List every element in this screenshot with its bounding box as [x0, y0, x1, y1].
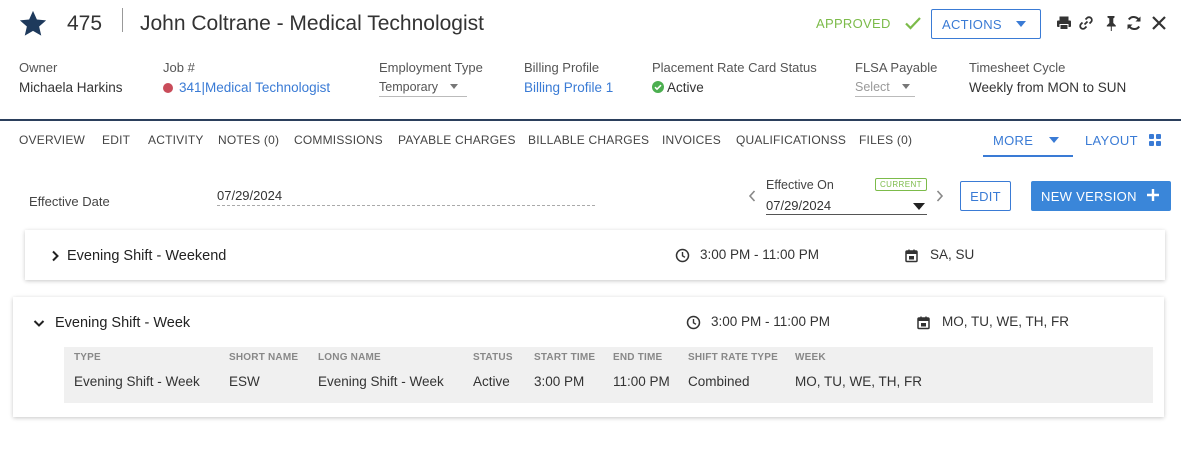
job-number: 341 [179, 80, 202, 95]
more-label: MORE [993, 133, 1034, 148]
tab-bar: OVERVIEW EDIT ACTIVITY NOTES (0) COMMISS… [0, 119, 1181, 157]
cell-start-time: 3:00 PM [534, 374, 585, 389]
actions-dropdown-button[interactable]: ACTIONS [931, 9, 1041, 39]
calendar-icon [905, 249, 918, 263]
clock-icon [675, 248, 690, 263]
cell-week: MO, TU, WE, TH, FR [795, 374, 922, 389]
owner-label: Owner [19, 60, 58, 75]
pin-icon[interactable] [1102, 14, 1120, 32]
column-header-short-name: SHORT NAME [229, 352, 299, 363]
tab-activity[interactable]: ACTIVITY [148, 133, 204, 147]
rate-card-status-value: Active [652, 80, 704, 95]
edit-button[interactable]: EDIT [960, 181, 1011, 211]
check-circle-icon [652, 81, 664, 93]
shift-name: Evening Shift - Weekend [67, 248, 227, 264]
calendar-icon [917, 316, 930, 330]
link-icon[interactable] [1077, 14, 1095, 32]
rate-card-status-text: Active [667, 80, 704, 95]
new-version-button[interactable]: NEW VERSION [1031, 181, 1171, 211]
close-icon[interactable] [1150, 14, 1168, 32]
column-header-shift-rate-type: SHIFT RATE TYPE [688, 352, 779, 363]
shift-days: MO, TU, WE, TH, FR [942, 314, 1069, 329]
flsa-payable-select[interactable]: Select [855, 80, 915, 97]
caret-down-icon [1049, 137, 1059, 143]
chevron-down-icon[interactable] [33, 317, 45, 329]
tab-files[interactable]: FILES (0) [859, 133, 912, 147]
cell-type: Evening Shift - Week [74, 374, 200, 389]
effective-on-value: 07/29/2024 [766, 198, 832, 213]
column-header-status: STATUS [473, 352, 513, 363]
effective-on-label: Effective On [766, 178, 834, 192]
tab-overview[interactable]: OVERVIEW [19, 133, 85, 147]
shift-name: Evening Shift - Week [55, 315, 191, 331]
print-icon[interactable] [1055, 14, 1073, 32]
main-content: Effective Date 07/29/2024 Effective On C… [0, 157, 1181, 451]
plus-icon [1147, 189, 1159, 201]
effective-date-label: Effective Date [29, 194, 110, 209]
new-version-label: NEW VERSION [1041, 188, 1137, 204]
current-badge: CURRENT [875, 178, 927, 191]
layout-button[interactable]: LAYOUT [1085, 133, 1138, 148]
employment-type-value: Temporary [379, 80, 439, 94]
tab-invoices[interactable]: INVOICES [662, 133, 721, 147]
tab-billable-charges[interactable]: BILLABLE CHARGES [528, 133, 649, 147]
check-icon [905, 17, 921, 30]
job-link[interactable]: 341|Medical Technologist [163, 80, 330, 95]
shift-card[interactable]: Evening Shift - Weekend 3:00 PM - 11:00 … [25, 230, 1165, 280]
status-badge: APPROVED [816, 16, 891, 31]
column-header-week: WEEK [795, 352, 826, 363]
shift-days: SA, SU [930, 247, 975, 262]
record-header: 475 John Coltrane - Medical Technologist… [0, 0, 1181, 120]
column-header-long-name: LONG NAME [318, 352, 381, 363]
tab-edit[interactable]: EDIT [102, 133, 130, 147]
refresh-icon[interactable] [1125, 14, 1143, 32]
tab-more[interactable]: MORE [983, 121, 1073, 157]
employment-type-select[interactable]: Temporary [379, 80, 467, 97]
flsa-payable-label: FLSA Payable [855, 60, 938, 75]
chevron-left-icon[interactable] [747, 189, 757, 203]
tab-qualifications[interactable]: QUALIFICATIONSS [736, 133, 846, 147]
shift-time: 3:00 PM - 11:00 PM [711, 314, 831, 329]
timesheet-cycle-value: Weekly from MON to SUN [969, 80, 1127, 95]
cell-shift-rate-type: Combined [688, 374, 750, 389]
shift-card[interactable]: Evening Shift - Week 3:00 PM - 11:00 PM … [13, 297, 1164, 417]
page-title: John Coltrane - Medical Technologist [140, 12, 484, 35]
job-name: Medical Technologist [205, 80, 331, 95]
tab-commissions[interactable]: COMMISSIONS [294, 133, 383, 147]
timesheet-cycle-label: Timesheet Cycle [969, 60, 1066, 75]
column-header-start-time: START TIME [534, 352, 596, 363]
cell-long-name: Evening Shift - Week [318, 374, 444, 389]
chevron-right-icon[interactable] [49, 250, 61, 262]
tab-payable-charges[interactable]: PAYABLE CHARGES [398, 133, 516, 147]
layout-grid-icon[interactable] [1149, 134, 1161, 146]
job-status-dot [163, 83, 173, 93]
caret-down-icon [1016, 21, 1026, 27]
chevron-right-icon[interactable] [935, 189, 945, 203]
tab-notes[interactable]: NOTES (0) [218, 133, 279, 147]
column-header-end-time: END TIME [613, 352, 663, 363]
caret-down-icon [450, 84, 459, 89]
billing-profile-label: Billing Profile [524, 60, 600, 75]
cell-status: Active [473, 374, 510, 389]
effective-date-field[interactable]: 07/29/2024 [217, 188, 595, 206]
shift-detail-table: TYPE SHORT NAME LONG NAME STATUS START T… [64, 347, 1153, 403]
cell-end-time: 11:00 PM [613, 374, 670, 389]
billing-profile-link[interactable]: Billing Profile 1 [524, 80, 613, 95]
title-divider [122, 8, 123, 32]
owner-value: Michaela Harkins [19, 80, 123, 95]
caret-down-icon [913, 203, 925, 210]
flsa-payable-placeholder: Select [855, 80, 890, 94]
actions-label: ACTIONS [942, 16, 1002, 32]
employment-type-label: Employment Type [379, 60, 483, 75]
column-header-type: TYPE [74, 352, 101, 363]
record-id: 475 [67, 12, 103, 35]
shift-time: 3:00 PM - 11:00 PM [700, 247, 820, 262]
clock-icon [686, 315, 701, 330]
caret-down-icon [901, 84, 910, 89]
star-icon[interactable] [18, 9, 48, 39]
job-label: Job # [163, 60, 195, 75]
effective-on-select[interactable]: 07/29/2024 [766, 198, 927, 215]
rate-card-status-label: Placement Rate Card Status [652, 60, 817, 75]
cell-short-name: ESW [229, 374, 260, 389]
